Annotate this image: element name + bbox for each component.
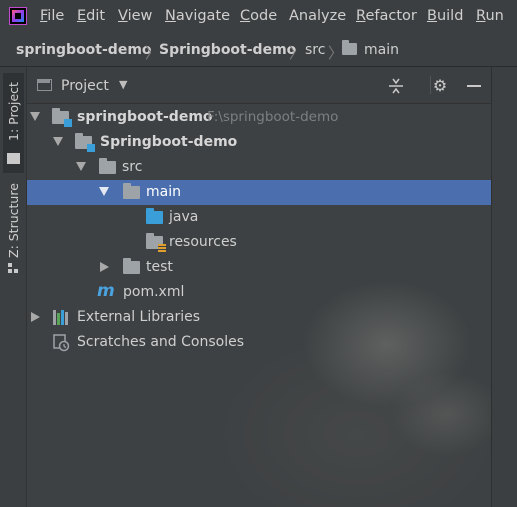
tree-item-label: main	[146, 184, 181, 200]
panel-title[interactable]: Project	[61, 78, 109, 94]
breadcrumb-separator: 〉	[289, 44, 305, 62]
breadcrumb-separator: 〉	[328, 44, 344, 62]
menu-code[interactable]: Code	[240, 8, 277, 24]
menu-view[interactable]: View	[118, 8, 152, 24]
tab-project-label: 1: Project	[6, 82, 21, 142]
maven-icon: m	[97, 281, 115, 301]
tree-item-scratches[interactable]: Scratches and Consoles	[27, 330, 491, 355]
tree-item-module[interactable]: Springboot-demo	[27, 130, 491, 155]
source-folder-icon	[146, 208, 163, 224]
tree-item-root[interactable]: springboot-demo F:\springboot-demo	[27, 105, 491, 130]
tab-structure-label: Z: Structure	[6, 183, 21, 259]
module-folder-icon	[52, 108, 72, 127]
collapse-all-icon[interactable]	[386, 76, 406, 96]
module-folder-icon	[75, 133, 95, 152]
menu-build[interactable]: Build	[427, 8, 463, 24]
tree-item-label: resources	[169, 234, 237, 250]
right-tool-strip	[491, 67, 517, 507]
menu-analyze[interactable]: Analyze	[289, 8, 346, 24]
library-icon	[53, 310, 70, 325]
folder-icon	[342, 40, 357, 55]
tree-item-java[interactable]: java	[27, 205, 491, 230]
tree-item-src[interactable]: src	[27, 155, 491, 180]
tab-structure[interactable]: Z: Structure	[3, 179, 24, 279]
tab-project[interactable]: 1: Project	[3, 73, 24, 173]
menu-file[interactable]: File	[40, 8, 64, 24]
project-panel-header: Project ▼ ⚙	[27, 67, 491, 104]
tree-item-path: F:\springboot-demo	[207, 109, 339, 125]
tree-item-label: External Libraries	[77, 309, 200, 325]
tree-item-test[interactable]: test	[27, 255, 491, 280]
resources-folder-icon	[146, 233, 166, 253]
menu-refactor[interactable]: Refactor	[356, 8, 417, 24]
folder-icon	[99, 158, 116, 174]
menu-navigate[interactable]: Navigate	[165, 8, 230, 24]
breadcrumb-item-src[interactable]: src	[305, 42, 325, 58]
tree-item-pom[interactable]: m pom.xml	[27, 280, 491, 305]
tree-item-label: src	[122, 159, 143, 175]
tree-item-label: Springboot-demo	[100, 134, 238, 150]
menu-edit[interactable]: Edit	[77, 8, 105, 24]
folder-icon	[123, 183, 140, 199]
scratches-icon	[52, 334, 70, 352]
folder-icon	[123, 258, 140, 274]
tree-item-main[interactable]: main	[27, 180, 491, 205]
chevron-down-icon[interactable]	[76, 162, 86, 171]
chevron-down-icon[interactable]	[99, 187, 109, 196]
chevron-down-icon[interactable]: ▼	[119, 78, 127, 91]
hide-panel-icon[interactable]	[464, 76, 484, 96]
tree-item-label: springboot-demo	[77, 109, 213, 125]
chevron-right-icon[interactable]	[100, 262, 109, 272]
breadcrumb-item-main[interactable]: main	[364, 42, 399, 58]
tree-item-external-libraries[interactable]: External Libraries	[27, 305, 491, 330]
chevron-down-icon[interactable]	[53, 137, 63, 146]
folder-icon	[7, 153, 20, 164]
left-tool-strip: 1: Project Z: Structure	[0, 67, 27, 507]
chevron-down-icon[interactable]	[30, 112, 40, 121]
tree-item-resources[interactable]: resources	[27, 230, 491, 255]
intellij-logo-icon	[9, 7, 27, 25]
breadcrumb-item-module[interactable]: Springboot-demo	[159, 42, 296, 58]
structure-icon	[8, 263, 18, 273]
tree-item-label: pom.xml	[123, 284, 185, 300]
chevron-right-icon[interactable]	[31, 312, 40, 322]
tree-item-label: test	[146, 259, 173, 275]
breadcrumb-item-project[interactable]: springboot-demo	[16, 42, 152, 58]
project-window-icon	[37, 79, 52, 91]
breadcrumb: springboot-demo 〉 Springboot-demo 〉 src …	[0, 34, 517, 67]
tree-item-label: Scratches and Consoles	[77, 334, 244, 350]
gear-icon[interactable]: ⚙	[430, 76, 450, 96]
menu-bar: File Edit View Navigate Code Analyze Ref…	[0, 0, 517, 34]
project-tree: springboot-demo F:\springboot-demo Sprin…	[27, 104, 491, 507]
tree-item-label: java	[169, 209, 199, 225]
breadcrumb-separator: 〉	[145, 44, 161, 62]
menu-run[interactable]: Run	[476, 8, 504, 24]
